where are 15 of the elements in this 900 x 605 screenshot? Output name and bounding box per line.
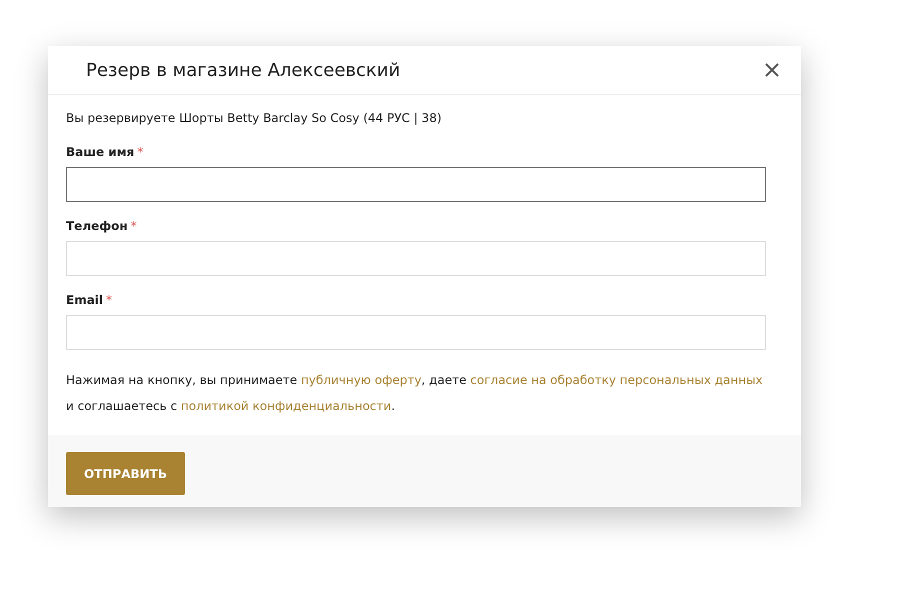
close-icon[interactable] xyxy=(764,62,780,78)
required-mark: * xyxy=(130,219,137,233)
input-field[interactable] xyxy=(66,167,766,202)
required-mark: * xyxy=(106,293,112,307)
reservation-text: Вы резервируете Шорты Betty Barclay So Cosy (44 РУС | 38) xyxy=(66,111,443,125)
field-label: Телефон xyxy=(66,219,128,233)
field-label: Email xyxy=(66,293,104,307)
required-mark: * xyxy=(137,145,144,159)
dialog-title: Резерв в магазине Алексеевский xyxy=(86,60,400,80)
consent-link[interactable]: согласие на обработку персональных данных xyxy=(470,373,763,387)
consent-link[interactable]: политикой конфиденциальности xyxy=(180,399,392,413)
field-label: Ваше имя xyxy=(66,145,134,159)
consent-text: Нажимая на кнопку, вы принимаете публичную оферту, даете согласие на обработку персональных данных и соглашаетесь с политикой конфиденциальности. xyxy=(66,372,764,415)
consent-link[interactable]: публичную оферту xyxy=(300,373,422,387)
submit-button[interactable]: ОТПРАВИТЬ xyxy=(66,452,185,495)
